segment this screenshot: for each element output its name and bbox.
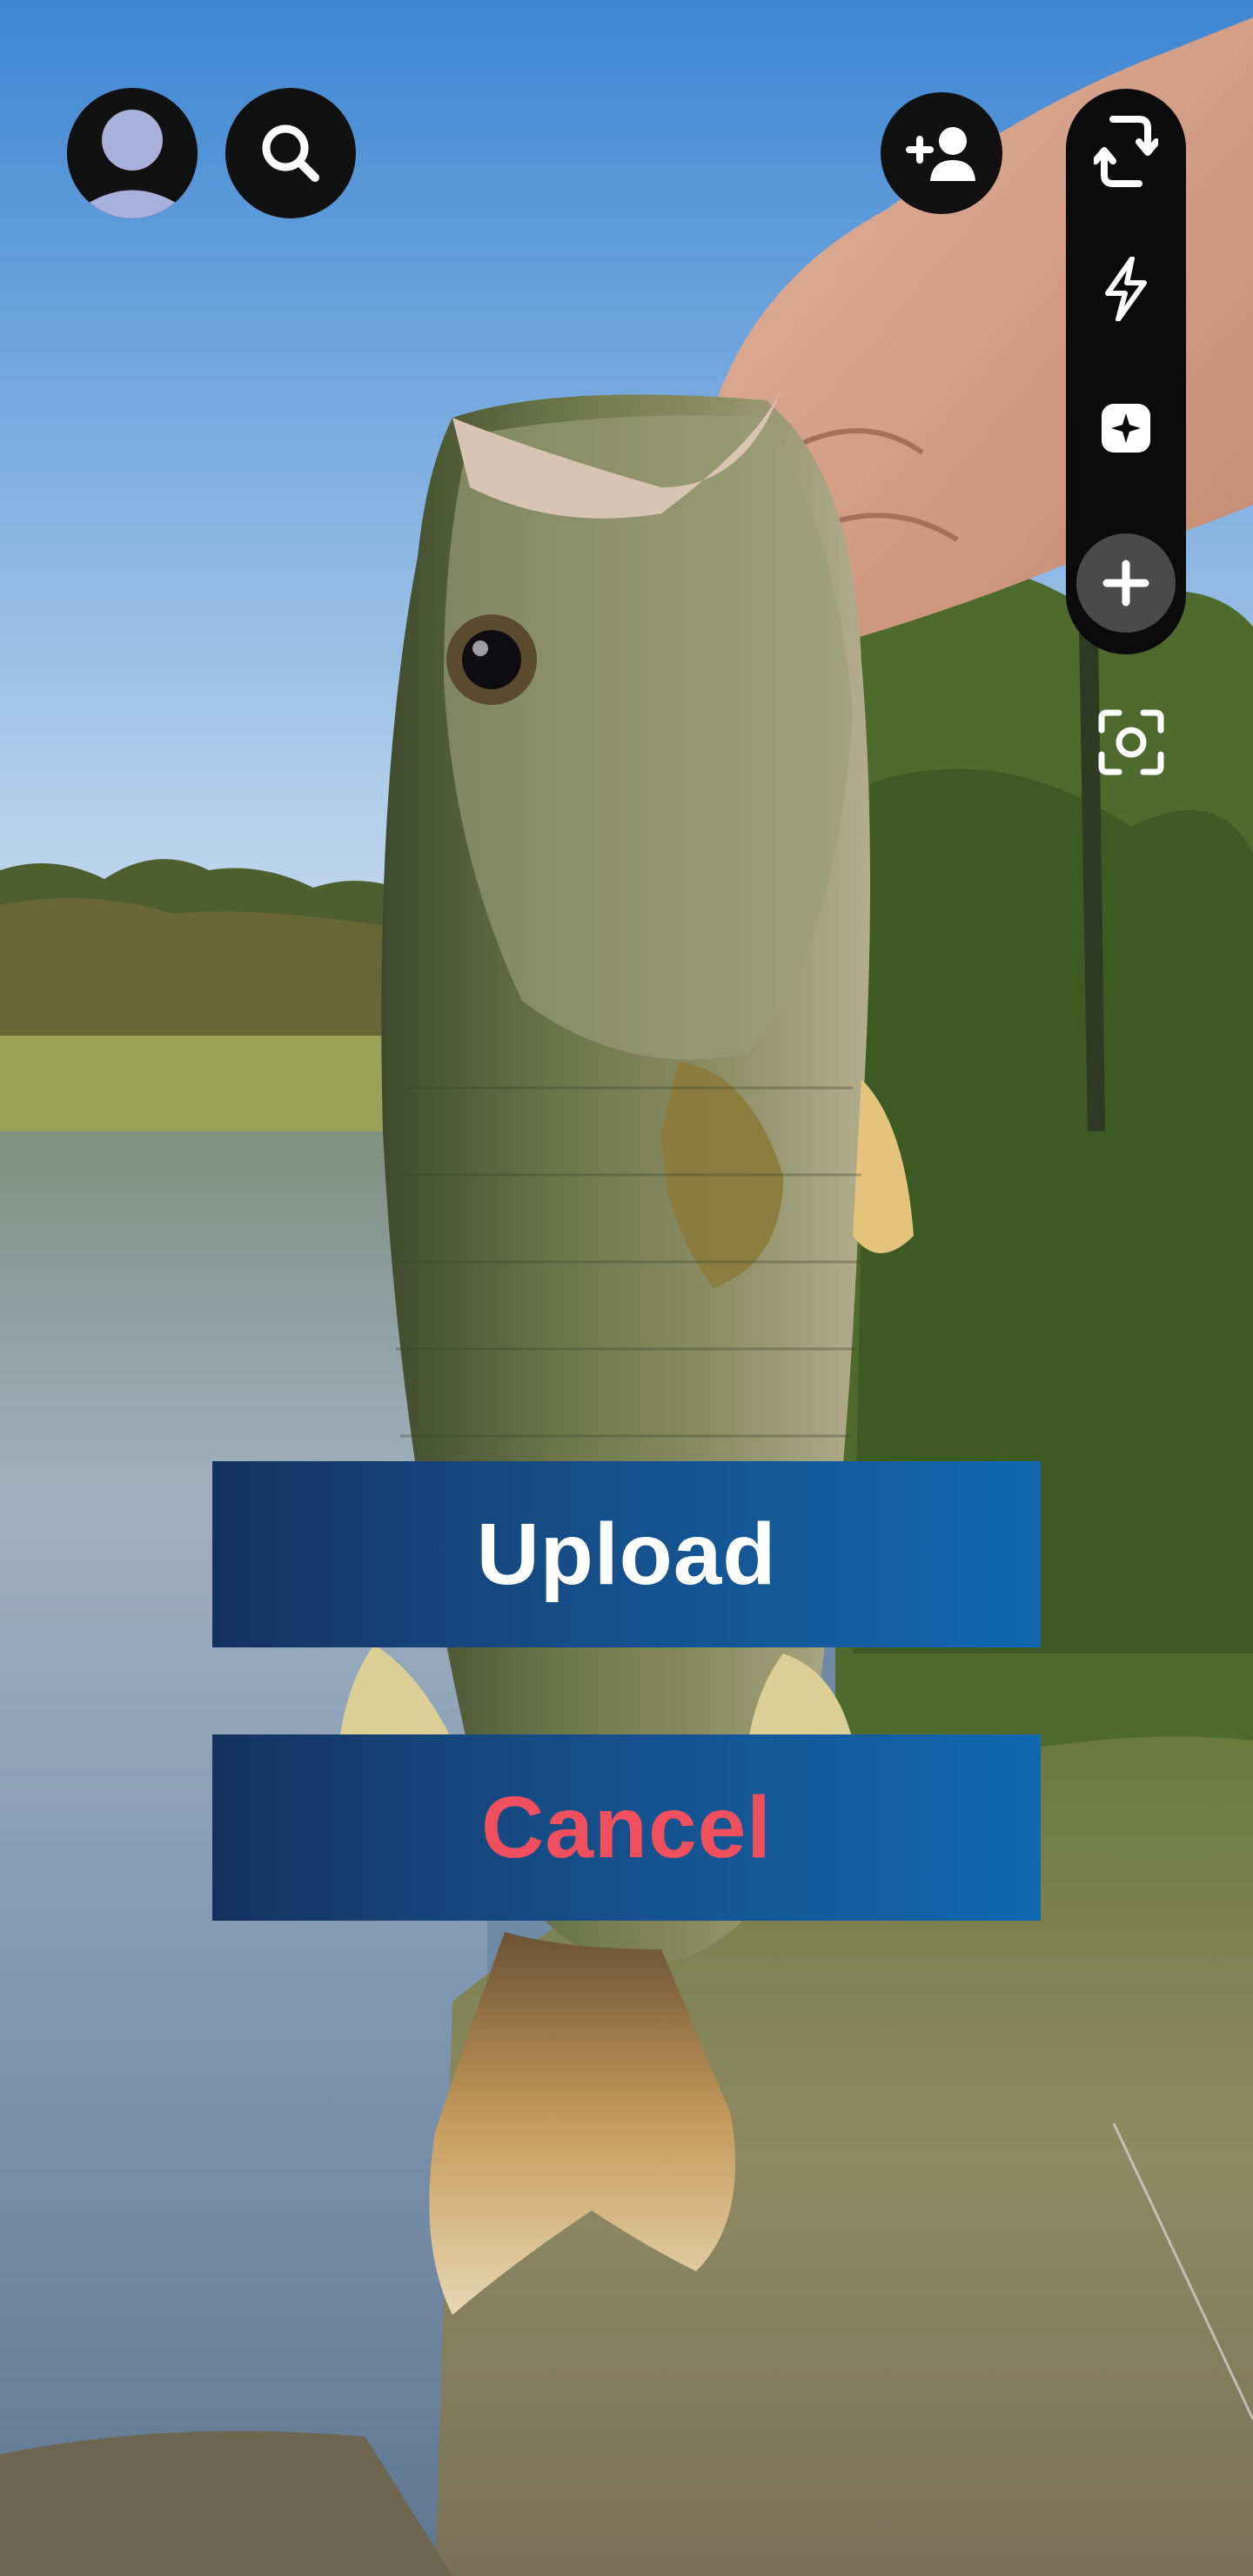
upload-button[interactable]: Upload — [212, 1461, 1041, 1647]
camera-toolbar — [1066, 89, 1186, 654]
camera-photo — [0, 0, 1253, 2576]
profile-avatar-button[interactable] — [67, 88, 198, 218]
search-icon — [262, 124, 319, 182]
avatar-icon — [67, 88, 198, 218]
plus-icon — [1102, 560, 1149, 607]
scan-icon — [1098, 709, 1164, 775]
scan-button[interactable] — [1088, 703, 1175, 782]
more-tools-button[interactable] — [1066, 531, 1186, 635]
flash-button[interactable] — [1066, 237, 1186, 341]
add-friend-button[interactable] — [881, 92, 1002, 214]
camera-preview — [0, 0, 1253, 2576]
lens-icon — [1102, 404, 1150, 453]
add-friend-icon — [906, 127, 975, 181]
flip-camera-button[interactable] — [1066, 99, 1186, 204]
cancel-button[interactable]: Cancel — [212, 1734, 1041, 1921]
flash-icon — [1105, 257, 1147, 321]
flip-camera-icon — [1094, 116, 1158, 187]
lens-button[interactable] — [1066, 376, 1186, 480]
search-button[interactable] — [225, 88, 356, 218]
